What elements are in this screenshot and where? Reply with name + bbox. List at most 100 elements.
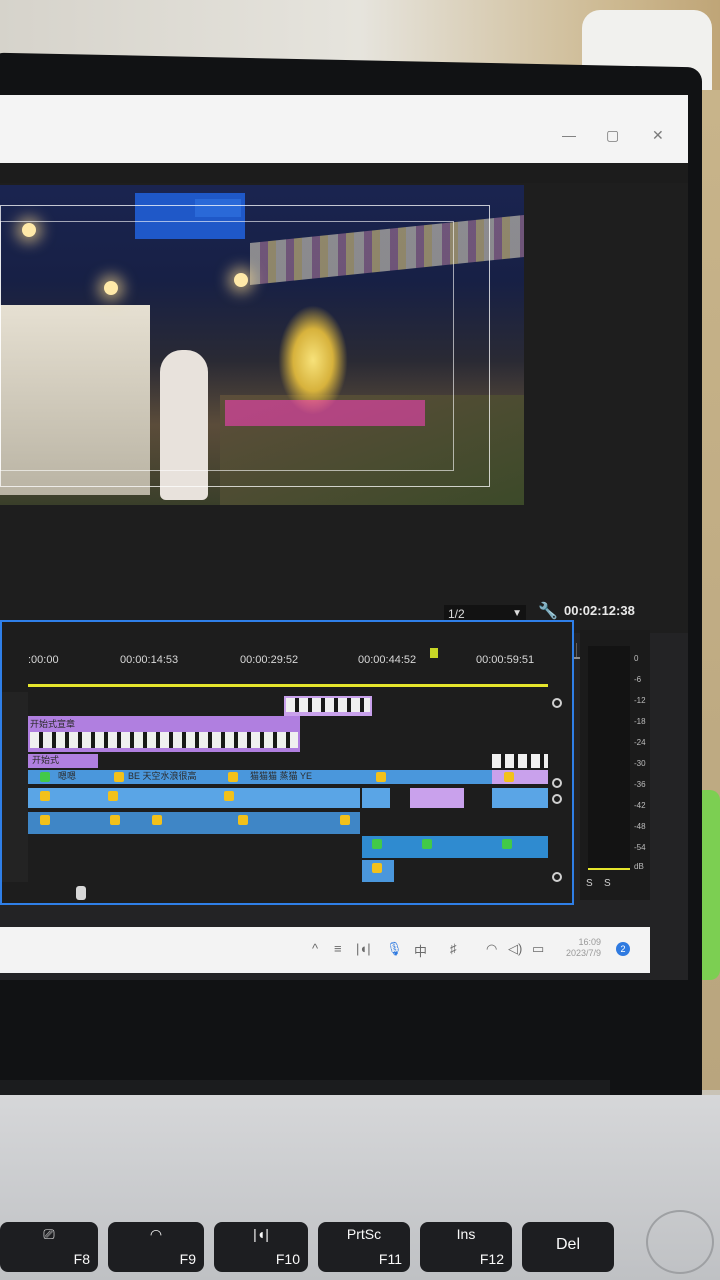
v-scroll-mid[interactable] — [552, 778, 562, 788]
wifi-icon[interactable]: ◠ — [486, 941, 497, 957]
fx-badge — [422, 839, 432, 849]
key-del[interactable]: Del — [522, 1222, 614, 1272]
time-ruler[interactable]: :00:00 00:00:14:53 00:00:29:52 00:00:44:… — [2, 654, 576, 674]
db-label: -54 — [634, 843, 646, 852]
db-label: -36 — [634, 780, 646, 789]
clip-label: 开始式 — [32, 755, 60, 765]
clock-date: 2023/7/9 — [566, 948, 602, 958]
fx-badge — [40, 815, 50, 825]
key-label: F8 — [73, 1251, 90, 1267]
audio-clip[interactable] — [28, 788, 360, 808]
track-a5 — [28, 860, 548, 882]
power-button[interactable] — [646, 1210, 714, 1274]
close-icon[interactable]: ✕ — [652, 127, 664, 144]
clip-label: 开始式宣章 — [30, 719, 76, 729]
key-label: F12 — [479, 1251, 504, 1267]
audio-clip[interactable]: 嗯嗯 BE 天空水浪很高 猫猫猫 蒸猫 YE — [28, 770, 492, 784]
wifi-icon: ◠ — [149, 1226, 163, 1242]
meter-level — [588, 868, 630, 870]
fx-badge — [376, 772, 386, 782]
ime-indicator[interactable]: 中 — [414, 941, 427, 960]
fx-badge — [238, 815, 248, 825]
fx-badge — [40, 772, 50, 782]
notification-badge[interactable]: 2 — [616, 942, 630, 956]
fx-badge — [340, 815, 350, 825]
v-scroll-mid[interactable] — [552, 794, 562, 804]
clip-label: 猫猫猫 蒸猫 YE — [250, 771, 313, 781]
clock[interactable]: 16:09 2023/7/9 — [566, 937, 601, 959]
clip[interactable]: 开始式 — [28, 754, 98, 768]
ime-mode-icon[interactable]: ♯ — [450, 941, 457, 956]
v-scroll-top[interactable] — [552, 698, 562, 708]
audio-clip[interactable] — [28, 812, 360, 834]
key-f8[interactable]: ⎚ F8 — [0, 1222, 98, 1272]
fx-badge — [372, 839, 382, 849]
fx-badge — [108, 791, 118, 801]
tray-app-icon[interactable]: ≡ — [334, 941, 342, 956]
volume-icon[interactable]: ◁) — [508, 941, 522, 957]
maximize-icon[interactable]: ▢ — [606, 127, 619, 144]
key-f11[interactable]: PrtSc F11 — [318, 1222, 410, 1272]
battery-icon[interactable]: ▭ — [532, 941, 544, 957]
fx-badge — [224, 791, 234, 801]
db-label: -30 — [634, 759, 646, 768]
wrench-icon[interactable]: 🔧 — [538, 601, 558, 621]
work-area-bar[interactable] — [28, 684, 548, 687]
key-f12[interactable]: Ins F12 — [420, 1222, 512, 1272]
meter-bar — [588, 646, 630, 868]
track-a4 — [28, 836, 548, 858]
track-a1: 嗯嗯 BE 天空水浪很高 猫猫猫 蒸猫 YE — [28, 770, 548, 784]
key-label: PrtSc — [346, 1226, 382, 1242]
clip-label: 嗯嗯 — [58, 771, 77, 781]
mic-mute-icon: |◖| — [253, 1226, 269, 1242]
ruler-time: 00:00:29:52 — [240, 654, 299, 666]
tray-audio-icon[interactable]: |◖| — [356, 941, 371, 956]
clip[interactable] — [492, 754, 548, 768]
key-f9[interactable]: ◠ F9 — [108, 1222, 204, 1272]
laptop-screen: — ▢ ✕ 1/2 ▼ 🔧 00:02:12:38:00:00 00:00:1… — [0, 95, 688, 980]
key-label: Ins — [456, 1226, 476, 1242]
clip[interactable] — [492, 770, 548, 784]
track-a3 — [28, 812, 548, 834]
db-label: 0 — [634, 654, 639, 663]
f8-icon: ⎚ — [43, 1226, 55, 1242]
ruler-time: 00:00:44:52 — [358, 654, 417, 666]
key-f10[interactable]: |◖| F10 — [214, 1222, 308, 1272]
microphone-icon[interactable]: 🎙 — [386, 941, 403, 957]
clip[interactable] — [284, 696, 372, 716]
key-label: F9 — [179, 1251, 196, 1267]
db-label: -6 — [634, 675, 642, 684]
db-label: dB — [634, 862, 644, 871]
title-clip[interactable]: 开始式宣章 — [28, 716, 300, 752]
safe-margin-inner — [0, 221, 454, 471]
v-scroll-bottom[interactable] — [552, 872, 562, 882]
track-v1: 开始式 — [28, 754, 548, 768]
track-a2 — [28, 788, 548, 808]
fx-badge — [502, 839, 512, 849]
audio-clip[interactable] — [362, 836, 548, 858]
key-label: F10 — [275, 1251, 300, 1267]
ruler-time: 00:00:59:51 — [476, 654, 535, 666]
clip[interactable] — [410, 788, 464, 808]
audio-clip[interactable] — [492, 788, 548, 808]
key-label: Del — [555, 1236, 580, 1253]
h-scroll-handle[interactable] — [76, 886, 86, 900]
fx-badge — [110, 815, 120, 825]
audio-clip[interactable] — [362, 860, 394, 882]
timeline-playhead[interactable] — [430, 648, 438, 658]
fx-badge — [40, 791, 50, 801]
ruler-time: 00:00:14:53 — [120, 654, 179, 666]
tray-chevron-icon[interactable]: ^ — [312, 941, 318, 956]
fx-badge — [228, 772, 238, 782]
track-v2: 开始式宣章 — [28, 716, 548, 752]
panel-header — [0, 163, 688, 183]
solo-right-button[interactable]: S — [604, 878, 611, 889]
video-preview[interactable] — [0, 185, 524, 505]
track-headers — [2, 692, 28, 882]
program-monitor: 1/2 ▼ 🔧 00:02:12:38 { } |← ◂| ▶ |▸ →| ⎘ … — [0, 183, 688, 697]
solo-left-button[interactable]: S — [586, 878, 593, 889]
clock-time: 16:09 — [578, 937, 602, 947]
db-label: -18 — [634, 717, 646, 726]
audio-clip[interactable] — [362, 788, 390, 808]
minimize-icon[interactable]: — — [562, 127, 576, 143]
